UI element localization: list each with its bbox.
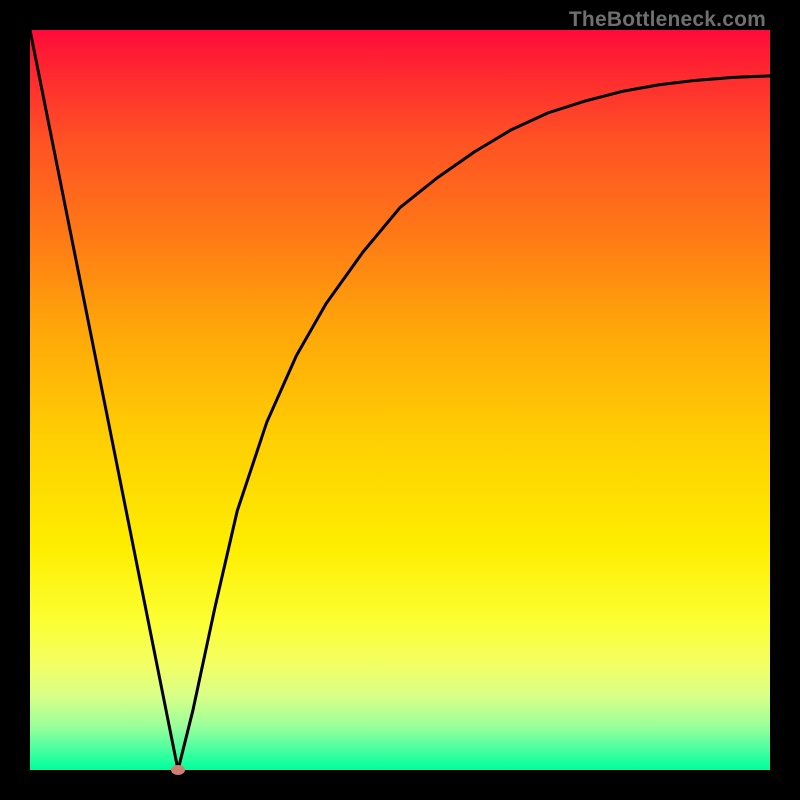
- site-watermark: TheBottleneck.com: [569, 8, 766, 32]
- curve-layer: [30, 30, 770, 770]
- chart-frame: TheBottleneck.com: [0, 0, 800, 800]
- chart-path: [30, 30, 770, 770]
- minimum-marker: [171, 765, 185, 775]
